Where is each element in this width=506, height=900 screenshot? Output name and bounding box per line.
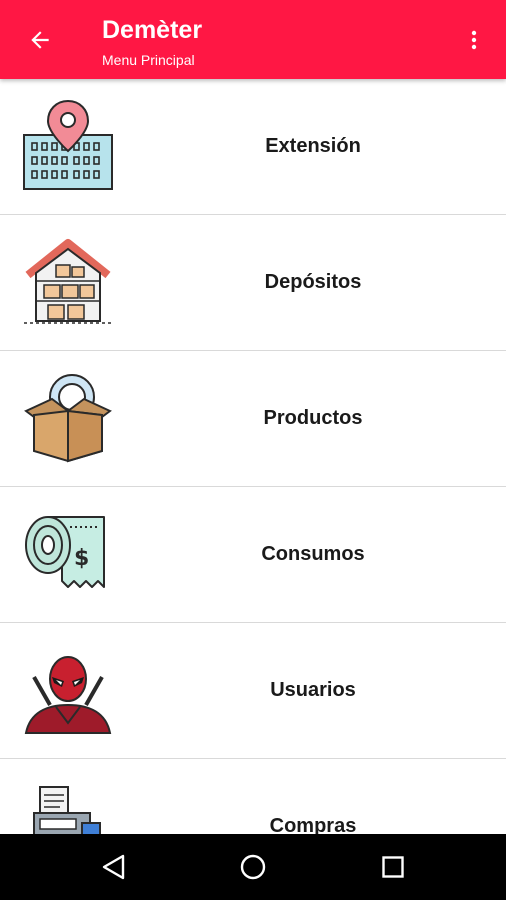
menu-item-label: Compras (269, 815, 357, 834)
menu-item-depositos[interactable]: Depósitos (0, 215, 506, 351)
menu-item-label: Usuarios (270, 679, 356, 701)
nav-home-button[interactable] (233, 847, 273, 887)
menu-item-usuarios[interactable]: Usuarios (0, 623, 506, 759)
map-location-icon (23, 99, 113, 190)
svg-text:$: $ (74, 546, 89, 571)
menu-item-label: Depósitos (264, 271, 362, 293)
nav-back-icon (102, 854, 125, 880)
box-gear-icon (24, 374, 112, 463)
menu-item-productos[interactable]: Productos (0, 351, 506, 487)
nav-back-button[interactable] (94, 847, 134, 887)
receipt-roll-icon: $ (25, 516, 105, 588)
menu-item-extension[interactable]: Extensión (0, 79, 506, 215)
menu-item-label: Productos (263, 407, 363, 429)
system-nav-bar (0, 834, 506, 900)
app-bar: Demèter Menu Principal (0, 0, 506, 79)
menu-item-consumos[interactable]: $ Consumos (0, 487, 506, 623)
user-avatar-icon (24, 656, 112, 734)
menu-list: Extensión Depósitos Productos $ Consumos… (0, 79, 506, 834)
page-title: Demèter (102, 16, 203, 44)
overflow-menu-button[interactable] (456, 22, 492, 58)
back-button[interactable] (18, 22, 62, 58)
menu-item-label: Consumos (261, 543, 365, 565)
cash-register-icon (33, 786, 101, 834)
nav-recents-button[interactable] (373, 847, 413, 887)
nav-recents-icon (382, 856, 404, 878)
nav-home-icon (240, 854, 266, 880)
menu-item-compras[interactable]: Compras (0, 759, 506, 834)
menu-item-label: Extensión (265, 135, 361, 157)
arrow-back-icon (31, 31, 49, 49)
more-vert-icon (471, 30, 477, 50)
warehouse-icon (24, 239, 112, 324)
page-subtitle: Menu Principal (102, 52, 195, 68)
